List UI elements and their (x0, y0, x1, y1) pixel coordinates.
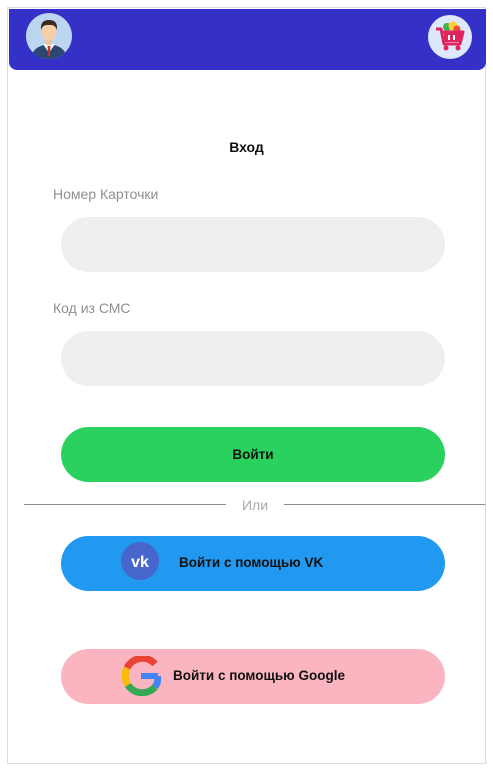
card-number-label: Номер Карточки (53, 186, 159, 202)
user-avatar-icon[interactable] (26, 13, 72, 59)
google-login-label: Войти с помощью Google (173, 668, 345, 683)
vk-logo-icon: vk (121, 542, 159, 580)
login-button[interactable]: Войти (61, 427, 445, 482)
login-title: Вход (229, 139, 264, 155)
vk-login-label: Войти с помощью VK (179, 555, 324, 570)
shopping-cart-icon[interactable] (428, 15, 472, 59)
divider-line-right (284, 504, 485, 505)
divider-text: Или (241, 497, 269, 513)
svg-text:vk: vk (131, 554, 149, 571)
divider-line-left (24, 504, 226, 505)
sms-code-input[interactable] (61, 331, 445, 386)
sms-code-label: Код из СМС (53, 300, 131, 316)
google-logo-icon (121, 654, 162, 697)
top-bar (9, 9, 486, 70)
card-number-input[interactable] (61, 217, 445, 272)
